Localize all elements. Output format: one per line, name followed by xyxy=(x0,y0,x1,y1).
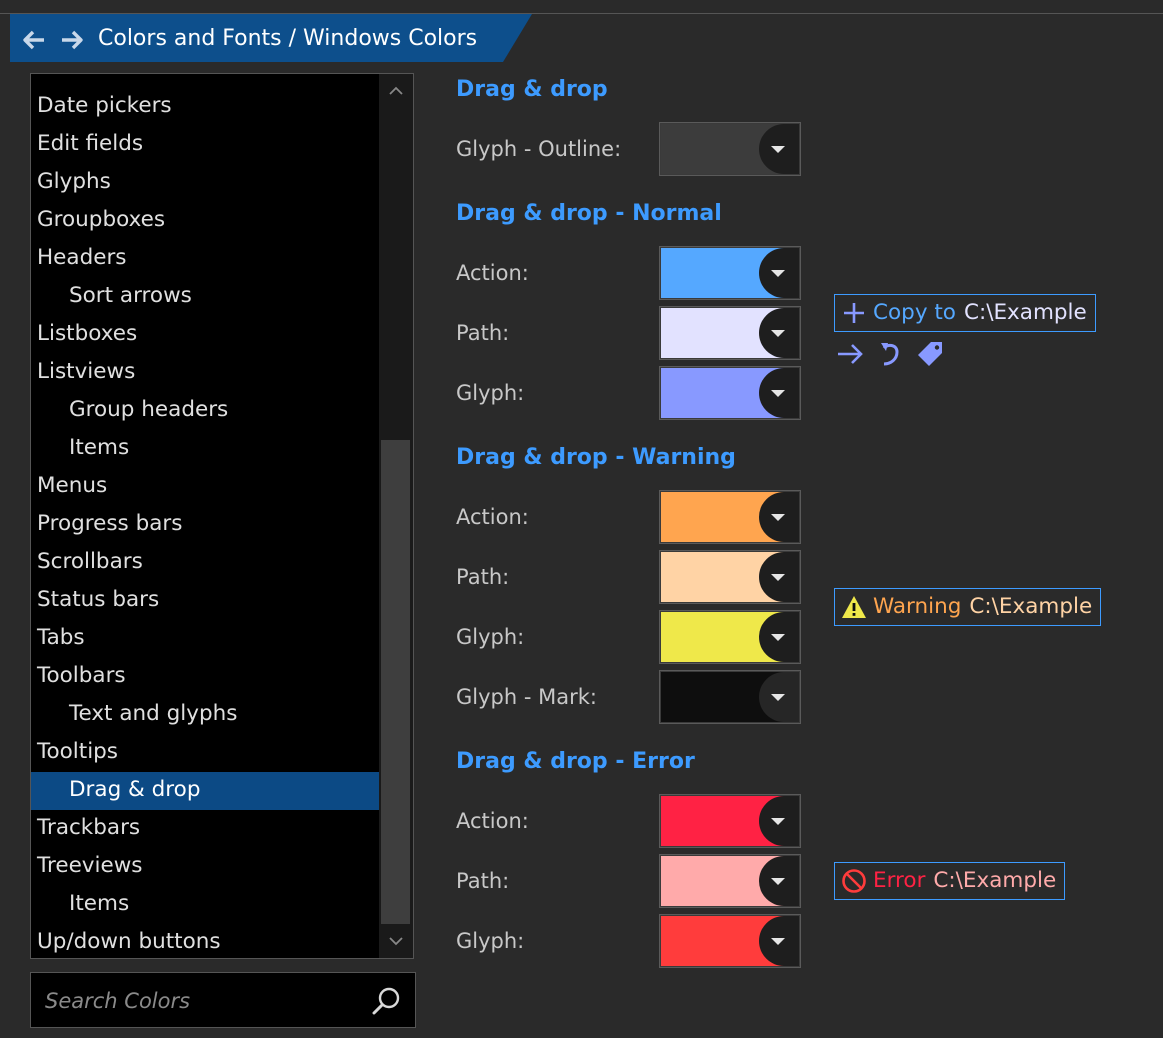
normal-path-color-picker[interactable] xyxy=(659,306,801,360)
arrow-right-icon xyxy=(838,344,863,364)
warning-icon xyxy=(842,596,866,618)
normal-path-label: Path: xyxy=(456,321,510,345)
section-title-normal: Drag & drop - Normal xyxy=(456,201,722,226)
error-preview-path: C:\Example xyxy=(933,868,1057,893)
category-list[interactable]: Date pickers Edit fields Glyphs Groupboxes H… xyxy=(30,73,414,959)
sidebar-item[interactable]: Listviews xyxy=(31,354,381,392)
warning-preview: Warning C:\Example xyxy=(834,588,1102,626)
sidebar-item[interactable]: Group headers xyxy=(31,392,381,430)
top-divider xyxy=(0,13,1163,14)
search-input[interactable] xyxy=(43,983,367,1019)
section-title-warning: Drag & drop - Warning xyxy=(456,445,736,470)
error-action-color-picker[interactable] xyxy=(659,794,801,848)
sidebar-item[interactable]: Text and glyphs xyxy=(31,696,381,734)
sidebar-item[interactable]: Groupboxes xyxy=(31,202,381,240)
error-action-label: Action: xyxy=(456,809,529,833)
error-path-color-picker[interactable] xyxy=(659,854,801,908)
sidebar-item[interactable]: Headers xyxy=(31,240,381,278)
redirect-icon xyxy=(881,343,899,366)
forward-arrow-icon[interactable] xyxy=(58,26,86,54)
warning-glyph-color-picker[interactable] xyxy=(659,610,801,664)
normal-glyph-color-picker[interactable] xyxy=(659,366,801,420)
normal-preview: Copy to C:\Example xyxy=(834,294,1096,332)
normal-action-color-picker[interactable] xyxy=(659,246,801,300)
error-path-label: Path: xyxy=(456,869,510,893)
glyph-outline-label: Glyph - Outline: xyxy=(456,137,622,161)
normal-action-label: Action: xyxy=(456,261,529,285)
sidebar-item[interactable]: Up/down buttons xyxy=(31,924,381,958)
sidebar-item[interactable]: Glyphs xyxy=(31,164,381,202)
sidebar-item[interactable]: Toolbars xyxy=(31,658,381,696)
error-preview: Error C:\Example xyxy=(834,862,1066,900)
search-box xyxy=(30,972,416,1028)
scroll-thumb[interactable] xyxy=(381,440,410,924)
error-glyph-color-picker[interactable] xyxy=(659,914,801,968)
warning-action-label: Action: xyxy=(456,505,529,529)
sidebar-item[interactable]: Trackbars xyxy=(31,810,381,848)
plus-icon xyxy=(844,303,864,323)
chevron-up-icon[interactable] xyxy=(385,80,407,102)
normal-glyph-label: Glyph: xyxy=(456,381,525,405)
sidebar-item[interactable]: Items xyxy=(31,430,381,468)
warning-path-label: Path: xyxy=(456,565,510,589)
warning-glyph-label: Glyph: xyxy=(456,625,525,649)
search-icon[interactable] xyxy=(371,985,403,1017)
normal-preview-path: C:\Example xyxy=(963,300,1087,325)
normal-glyphs xyxy=(835,339,945,369)
tag-icon xyxy=(918,342,942,366)
sidebar-item[interactable]: Treeviews xyxy=(31,848,381,886)
section-title-dragdrop: Drag & drop xyxy=(456,77,608,102)
error-glyph-label: Glyph: xyxy=(456,929,525,953)
warning-mark-color-picker[interactable] xyxy=(659,670,801,724)
sidebar-item[interactable]: Menus xyxy=(31,468,381,506)
glyph-outline-color-picker[interactable] xyxy=(659,122,801,176)
category-items: Date pickers Edit fields Glyphs Groupboxes H… xyxy=(31,88,381,958)
sidebar-item[interactable]: Date pickers xyxy=(31,88,381,126)
sidebar-item[interactable]: Progress bars xyxy=(31,506,381,544)
back-arrow-icon[interactable] xyxy=(20,26,48,54)
sidebar-item[interactable]: Items xyxy=(31,886,381,924)
sidebar-item[interactable]: Tabs xyxy=(31,620,381,658)
sidebar-item[interactable]: Status bars xyxy=(31,582,381,620)
sidebar-item[interactable]: Tooltips xyxy=(31,734,381,772)
normal-preview-action: Copy to xyxy=(873,300,956,325)
breadcrumb: Colors and Fonts / Windows Colors xyxy=(98,26,478,51)
sidebar-item[interactable]: Sort arrows xyxy=(31,278,381,316)
section-title-error: Drag & drop - Error xyxy=(456,749,695,774)
scrollbar[interactable] xyxy=(379,74,413,958)
error-preview-action: Error xyxy=(873,868,926,893)
sidebar-item[interactable]: Drag & drop xyxy=(31,772,381,810)
no-entry-icon xyxy=(842,869,866,893)
warning-action-color-picker[interactable] xyxy=(659,490,801,544)
sidebar-item[interactable]: Scrollbars xyxy=(31,544,381,582)
chevron-down-icon[interactable] xyxy=(385,930,407,952)
warning-preview-action: Warning xyxy=(873,594,962,619)
warning-path-color-picker[interactable] xyxy=(659,550,801,604)
sidebar-item[interactable]: Listboxes xyxy=(31,316,381,354)
warning-preview-path: C:\Example xyxy=(969,594,1093,619)
sidebar-item[interactable]: Edit fields xyxy=(31,126,381,164)
warning-mark-label: Glyph - Mark: xyxy=(456,685,597,709)
